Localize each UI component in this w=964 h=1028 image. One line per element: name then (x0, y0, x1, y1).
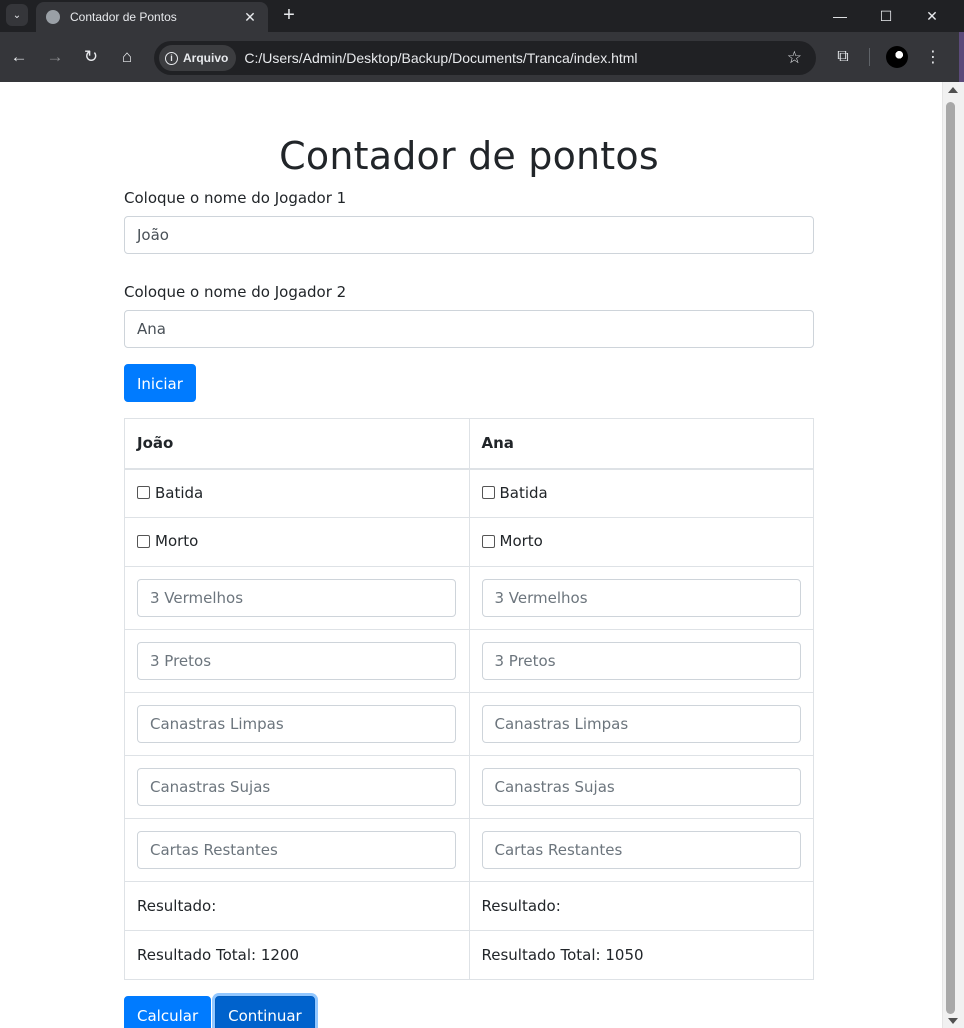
player1-batida-checkbox[interactable]: Batida (137, 484, 203, 502)
player2-canastras-sujas-input[interactable]: Canastras Sujas (481, 768, 801, 806)
player2-pretos-input[interactable]: 3 Pretos (481, 642, 801, 680)
avatar (886, 46, 908, 68)
morto-label: Morto (499, 532, 543, 551)
morto-label: Morto (155, 532, 199, 551)
maximize-icon[interactable]: ☐ (863, 0, 909, 32)
score-table: João Ana Batida Batida Morto Morto 3 Ver… (124, 418, 814, 980)
player1-resultado-total: Resultado Total: 1200 (124, 930, 470, 980)
batida-label: Batida (155, 483, 204, 502)
player1-canastras-limpas-input[interactable]: Canastras Limpas (137, 705, 456, 743)
player1-vermelhos-input[interactable]: 3 Vermelhos (137, 579, 456, 617)
back-icon[interactable]: ← (6, 44, 32, 70)
address-bar[interactable]: i Arquivo C:/Users/Admin/Desktop/Backup/… (154, 41, 816, 75)
profile-avatar[interactable] (884, 44, 910, 70)
player2-input[interactable]: Ana (124, 310, 814, 348)
player2-vermelhos-input[interactable]: 3 Vermelhos (481, 579, 801, 617)
player2-resultado-total: Resultado Total: 1050 (468, 930, 814, 980)
tab-strip: ⌄ Contador de Pontos ✕ + — ☐ ✕ (0, 0, 964, 32)
action-buttons: Calcular Continuar (124, 996, 814, 1028)
player1-cartas-restantes-input[interactable]: Cartas Restantes (137, 831, 456, 869)
player2-label: Coloque o nome do Jogador 2 (124, 283, 347, 301)
browser-toolbar: ← → ↻ ⌂ i Arquivo C:/Users/Admin/Desktop… (0, 32, 964, 82)
player2-morto-checkbox[interactable]: Morto (481, 532, 543, 551)
player1-resultado: Resultado: (124, 881, 470, 931)
url-text[interactable]: C:/Users/Admin/Desktop/Backup/Documents/… (244, 50, 786, 66)
info-icon: i (165, 51, 178, 65)
tab-active[interactable]: Contador de Pontos ✕ (36, 2, 268, 32)
menu-icon[interactable]: ⋮ (920, 44, 946, 70)
page-title: Contador de pontos (279, 134, 659, 178)
player1-header: João (124, 418, 470, 470)
player1-pretos-input[interactable]: 3 Pretos (137, 642, 456, 680)
site-info-label: Arquivo (183, 51, 229, 65)
forward-icon[interactable]: → (42, 44, 68, 70)
checkbox-icon (481, 534, 495, 548)
scroll-up-arrow-icon[interactable] (948, 87, 958, 93)
globe-icon (46, 10, 60, 24)
toolbar-divider (869, 48, 870, 66)
player2-resultado: Resultado: (468, 881, 814, 931)
player2-header: Ana (468, 418, 814, 470)
start-button[interactable]: Iniciar (124, 364, 196, 402)
batida-label: Batida (499, 483, 548, 502)
player2-canastras-limpas-input[interactable]: Canastras Limpas (481, 705, 801, 743)
calculate-button[interactable]: Calcular (124, 996, 212, 1028)
bookmark-star-icon[interactable]: ☆ (787, 48, 802, 68)
extensions-icon[interactable]: ⧉ (830, 44, 856, 70)
checkbox-icon (481, 486, 495, 499)
scrollbar[interactable] (942, 82, 964, 1028)
tab-title: Contador de Pontos (70, 10, 177, 24)
player2-cartas-restantes-input[interactable]: Cartas Restantes (481, 831, 801, 869)
checkbox-icon (137, 486, 150, 499)
checkbox-icon (137, 534, 150, 548)
minimize-icon[interactable]: — (817, 0, 863, 32)
window-edge (959, 32, 964, 82)
player1-morto-checkbox[interactable]: Morto (137, 532, 198, 550)
continue-button[interactable]: Continuar (215, 996, 315, 1028)
site-info-chip[interactable]: i Arquivo (159, 45, 237, 71)
tab-search-icon[interactable]: ⌄ (6, 4, 28, 26)
player1-canastras-sujas-input[interactable]: Canastras Sujas (137, 768, 456, 806)
player2-batida-checkbox[interactable]: Batida (481, 483, 548, 502)
new-tab-button[interactable]: + (278, 4, 300, 26)
reload-icon[interactable]: ↻ (78, 44, 104, 70)
window-close-icon[interactable]: ✕ (909, 0, 955, 32)
home-icon[interactable]: ⌂ (114, 44, 140, 70)
player1-input[interactable]: João (124, 216, 814, 254)
player1-label: Coloque o nome do Jogador 1 (124, 189, 347, 207)
page-viewport: Contador de pontos Coloque o nome do Jog… (0, 82, 964, 1028)
scrollbar-thumb[interactable] (946, 102, 955, 1014)
scroll-down-arrow-icon[interactable] (948, 1018, 958, 1024)
page-container: Contador de pontos Coloque o nome do Jog… (124, 82, 814, 1028)
tab-close-icon[interactable]: ✕ (242, 9, 258, 26)
